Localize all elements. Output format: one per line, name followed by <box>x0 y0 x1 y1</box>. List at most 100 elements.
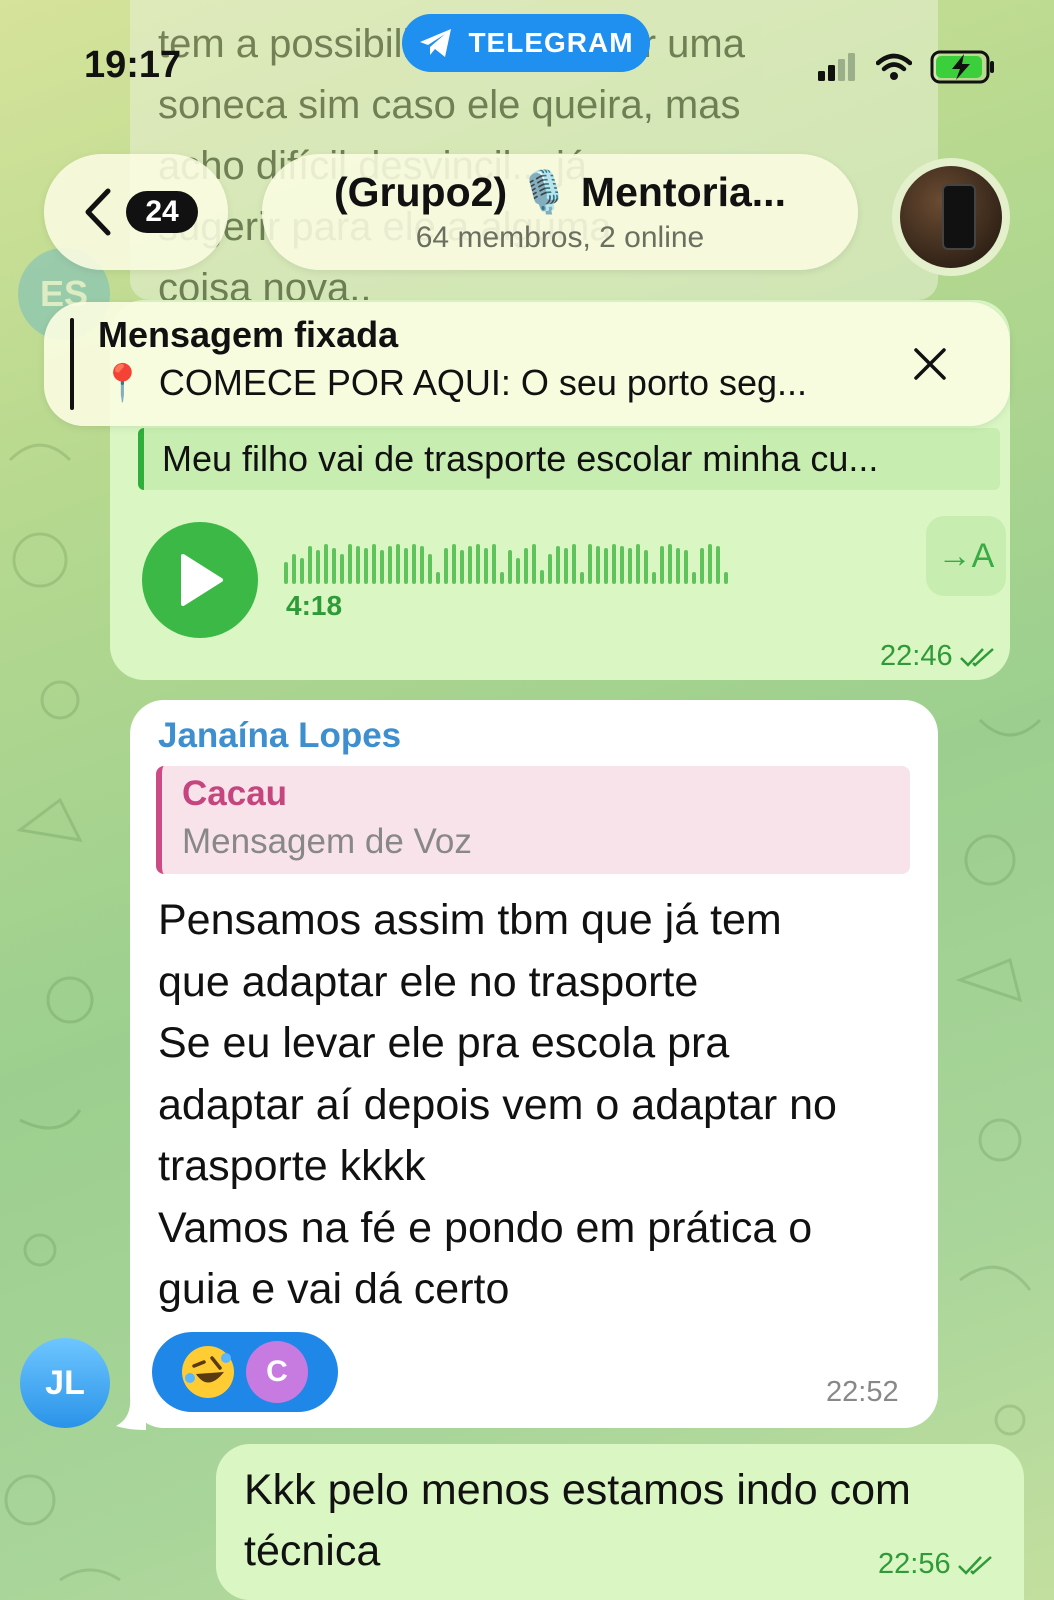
telegram-plane-icon <box>420 29 452 57</box>
waveform-bar <box>724 572 728 584</box>
waveform-bar <box>396 544 400 584</box>
message-line: adaptar aí depois vem o adaptar no <box>158 1080 837 1129</box>
message-line: Vamos na fé e pondo em prática o <box>158 1203 813 1252</box>
waveform-bar <box>564 548 568 584</box>
wifi-icon <box>876 53 912 80</box>
waveform-bar <box>412 544 416 584</box>
waveform-bar <box>420 546 424 584</box>
message-line: Se eu levar ele pra escola pra <box>158 1019 730 1067</box>
status-time: 19:17 <box>84 44 182 86</box>
waveform-bar <box>612 544 616 584</box>
message-line: que adaptar ele no trasporte <box>158 957 699 1006</box>
bubble-tail <box>116 1396 146 1430</box>
voice-duration: 4:18 <box>286 590 343 621</box>
chat-title: (Grupo2) 🎙️ Mentoria... <box>334 169 786 215</box>
message-line: guia e vai dá certo <box>158 1265 510 1313</box>
message-line: trasporte kkkk <box>158 1142 426 1190</box>
message-time: 22:46 <box>880 640 953 672</box>
voice-message-time: 22:46 <box>880 640 999 673</box>
waveform-bar <box>460 550 464 584</box>
pushpin-icon: 📍 <box>100 362 145 403</box>
chevron-left-icon <box>85 188 111 236</box>
waveform-bar <box>484 548 488 584</box>
outgoing-message-time: 22:56 <box>878 1548 997 1581</box>
waveform-bar <box>668 544 672 584</box>
play-button[interactable] <box>142 522 258 638</box>
unread-count-badge: 24 <box>126 191 198 233</box>
waveform-bar <box>452 544 456 584</box>
return-to-app-pill[interactable]: TELEGRAM <box>402 14 650 72</box>
pinned-indicator-bar <box>70 318 74 410</box>
waveform-bar <box>444 548 448 584</box>
quote-author: Cacau <box>182 774 288 813</box>
close-icon[interactable] <box>906 340 954 388</box>
waveform-bar <box>676 548 680 584</box>
transcribe-button[interactable]: →A <box>926 516 1006 596</box>
waveform-bar <box>428 554 432 584</box>
waveform-bar <box>540 570 544 584</box>
sender-name[interactable]: Janaína Lopes <box>158 716 401 756</box>
quote-text: Mensagem de Voz <box>182 822 472 861</box>
waveform-bar <box>492 544 496 584</box>
waveform-bar <box>508 550 512 584</box>
waveform-bar <box>364 548 368 584</box>
message-text: Pensamos assim tbm que já tem que adapta… <box>158 890 928 1321</box>
waveform-bar <box>468 546 472 584</box>
waveform-bar <box>380 550 384 584</box>
waveform-bar <box>652 572 656 584</box>
waveform-bar <box>348 544 352 584</box>
waveform-bar <box>404 548 408 584</box>
scrolled-message-line: soneca sim caso ele queira, mas <box>158 83 741 127</box>
waveform-bar <box>300 558 304 584</box>
waveform-bar <box>556 546 560 584</box>
waveform-bar <box>324 544 328 584</box>
waveform-bar <box>572 544 576 584</box>
back-button[interactable]: 24 <box>44 154 228 270</box>
cellular-signal-icon <box>818 53 855 81</box>
waveform-bar <box>620 546 624 584</box>
play-icon <box>181 554 223 606</box>
waveform-bar <box>532 544 536 584</box>
message-line: Kkk pelo menos estamos indo com <box>244 1466 911 1514</box>
waveform-bar <box>684 550 688 584</box>
waveform-bar <box>284 562 288 584</box>
battery-charging-icon <box>930 50 994 84</box>
waveform-bar <box>692 572 696 584</box>
message-line: Pensamos assim tbm que já tem <box>158 896 782 944</box>
voice-waveform[interactable] <box>284 532 728 584</box>
waveform-bar <box>700 548 704 584</box>
waveform-bar <box>636 544 640 584</box>
waveform-bar <box>476 544 480 584</box>
message-time: 22:56 <box>878 1548 951 1580</box>
reaction-chip[interactable]: C <box>152 1332 338 1412</box>
message-time: 22:52 <box>826 1376 899 1408</box>
waveform-bar <box>316 550 320 584</box>
waveform-bar <box>372 544 376 584</box>
reactor-avatar: C <box>246 1341 308 1403</box>
sender-avatar-jl[interactable]: JL <box>20 1338 110 1428</box>
waveform-bar <box>708 544 712 584</box>
waveform-bar <box>660 546 664 584</box>
double-check-icon <box>959 647 994 667</box>
reply-preview-text: Meu filho vai de trasporte escolar minha… <box>162 438 879 479</box>
waveform-bar <box>340 554 344 584</box>
waveform-bar <box>516 558 520 584</box>
waveform-bar <box>604 548 608 584</box>
waveform-bar <box>356 546 360 584</box>
waveform-bar <box>588 544 592 584</box>
pinned-label: Mensagem fixada <box>98 314 399 355</box>
chat-member-count: 64 membros, 2 online <box>415 221 705 254</box>
pinned-text: COMECE POR AQUI: O seu porto seg... <box>158 362 808 403</box>
waveform-bar <box>596 546 600 584</box>
waveform-bar <box>436 572 440 584</box>
waveform-bar <box>292 554 296 584</box>
waveform-bar <box>548 554 552 584</box>
return-app-label: TELEGRAM <box>468 27 634 58</box>
waveform-bar <box>580 572 584 584</box>
waveform-bar <box>500 572 504 584</box>
waveform-bar <box>628 548 632 584</box>
waveform-bar <box>308 546 312 584</box>
chat-title-button[interactable]: (Grupo2) 🎙️ Mentoria... 64 membros, 2 on… <box>262 154 858 270</box>
phone-image-icon <box>942 184 976 250</box>
group-avatar[interactable] <box>892 158 1010 276</box>
